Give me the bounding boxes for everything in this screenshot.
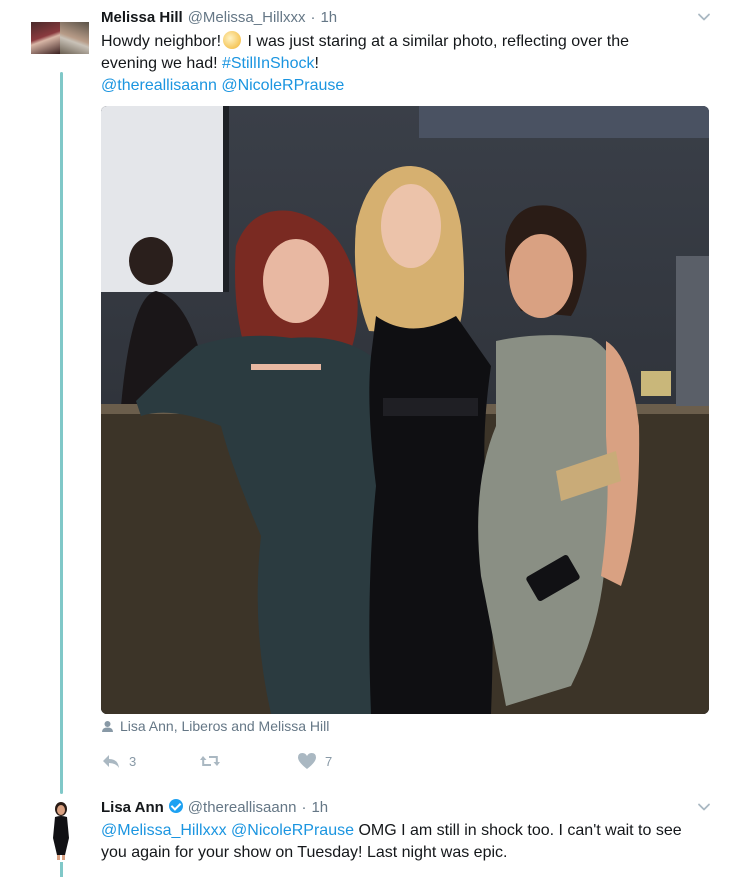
reply-button[interactable]: 3 [101, 752, 199, 770]
tagged-people[interactable]: Lisa Ann, Liberos and Melissa Hill [101, 718, 329, 734]
tweet-header: Lisa Ann @thereallisaann · 1h [101, 798, 328, 816]
thread-connector-line [60, 72, 63, 794]
tweet-text-part: Howdy neighbor! [101, 33, 222, 50]
avatar-illustration [53, 802, 69, 860]
tweet-text-part: you again for your show on Tuesday! Last… [101, 844, 508, 861]
person-icon [102, 720, 113, 732]
tagged-people-text: Lisa Ann, Liberos and Melissa Hill [120, 718, 330, 734]
hashtag-link[interactable]: #StillInShock [222, 55, 315, 72]
retweet-button[interactable] [199, 752, 297, 770]
like-count: 7 [325, 753, 333, 769]
mention-link[interactable]: @Melissa_Hillxxx [101, 822, 227, 839]
tweet-header: Melissa Hill @Melissa_Hillxxx · 1h [101, 9, 337, 26]
like-button[interactable]: 7 [297, 752, 332, 770]
timestamp[interactable]: 1h [311, 799, 328, 816]
heart-icon [298, 753, 316, 769]
separator-dot: · [310, 9, 316, 26]
mention-link[interactable]: @thereallisaann [101, 77, 217, 94]
tweet-text: Howdy neighbor! I was just staring at a … [101, 31, 629, 97]
author-handle[interactable]: @thereallisaann [188, 799, 297, 816]
avatar[interactable] [31, 22, 89, 54]
reply-count: 3 [129, 753, 137, 769]
chevron-down-icon[interactable] [697, 800, 711, 814]
clapping-hands-emoji-icon [223, 31, 242, 49]
avatar-left [31, 22, 60, 54]
avatar-right [60, 22, 89, 54]
tweet-text-part: ! [314, 55, 319, 72]
separator-dot: · [301, 799, 307, 816]
retweet-icon [200, 756, 220, 766]
tweet-photo[interactable] [101, 106, 709, 714]
chevron-down-icon[interactable] [697, 10, 711, 24]
author-name[interactable]: Melissa Hill [101, 9, 183, 26]
tweet-text-part: I was just staring at a similar photo, r… [243, 33, 630, 50]
tweet-text-part: OMG I am still in shock too. I can't wai… [354, 822, 682, 839]
verified-badge-icon [168, 799, 183, 813]
tweet-text-part: evening we had! [101, 55, 222, 72]
tweet-text: @Melissa_Hillxxx @NicoleRPrause OMG I am… [101, 820, 682, 864]
author-handle[interactable]: @Melissa_Hillxxx [188, 9, 306, 26]
timestamp[interactable]: 1h [320, 9, 337, 26]
reply-icon [103, 755, 119, 768]
mention-link[interactable]: @NicoleRPrause [231, 822, 354, 839]
tweet-actions: 3 7 [101, 752, 332, 770]
photo-illustration [101, 106, 709, 714]
avatar[interactable] [44, 800, 78, 860]
thread-connector-line-bottom [60, 862, 63, 877]
mention-link[interactable]: @NicoleRPrause [221, 77, 344, 94]
author-name[interactable]: Lisa Ann [101, 799, 164, 816]
